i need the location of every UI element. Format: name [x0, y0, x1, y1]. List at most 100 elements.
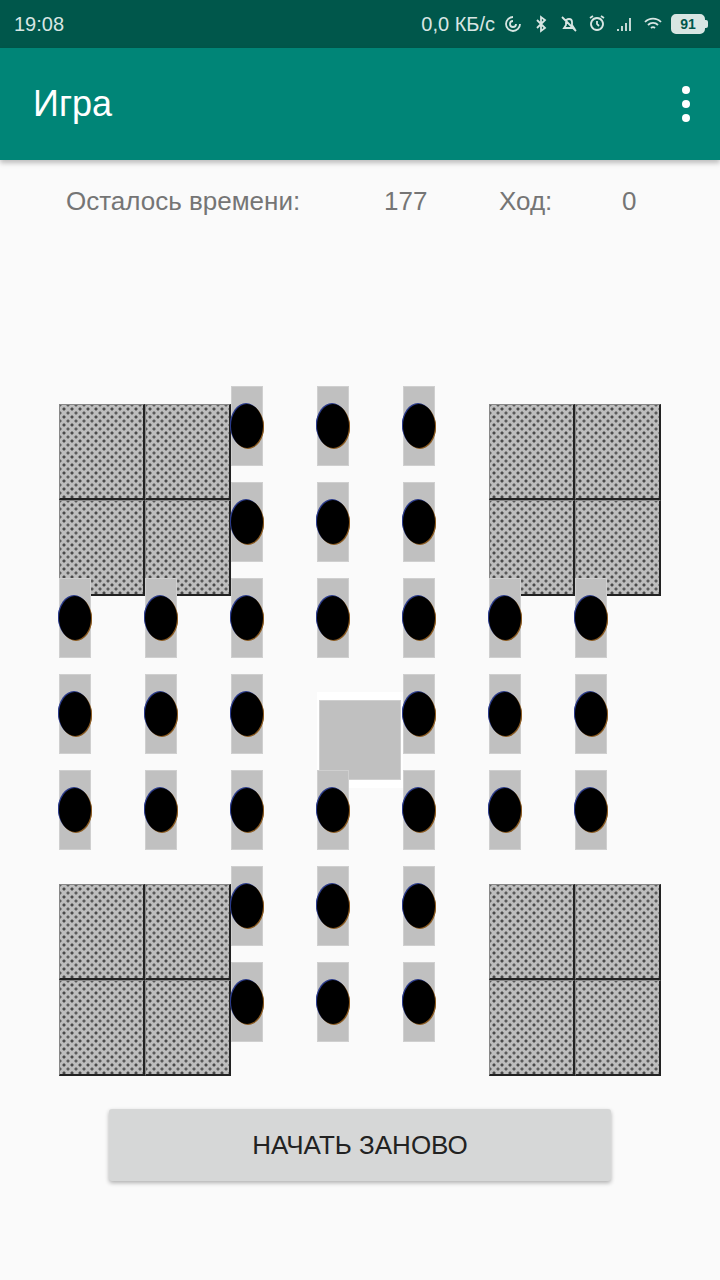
hole — [489, 770, 521, 850]
game-board — [59, 404, 661, 1076]
peg-icon[interactable] — [489, 692, 521, 736]
hole — [317, 866, 349, 946]
status-time: 19:08 — [14, 13, 64, 36]
hole — [403, 578, 435, 658]
network-speed: 0,0 КБ/с — [421, 13, 495, 36]
board-cell[interactable] — [317, 500, 349, 544]
board-cell[interactable] — [317, 884, 349, 928]
board-cell[interactable] — [231, 980, 263, 1024]
hole — [575, 674, 607, 754]
menu-dot — [682, 100, 690, 108]
peg-icon[interactable] — [145, 596, 177, 640]
menu-dot — [682, 114, 690, 122]
board-cell — [489, 980, 575, 1076]
board-cell[interactable] — [575, 596, 607, 640]
peg-icon[interactable] — [231, 980, 263, 1024]
board-cell[interactable] — [489, 788, 521, 832]
menu-dot — [682, 86, 690, 94]
board-cell[interactable] — [145, 788, 177, 832]
peg-icon[interactable] — [145, 788, 177, 832]
board-cell[interactable] — [403, 884, 435, 928]
peg-icon[interactable] — [317, 980, 349, 1024]
peg-icon[interactable] — [403, 500, 435, 544]
board-cell[interactable] — [403, 980, 435, 1024]
peg-icon[interactable] — [317, 404, 349, 448]
peg-icon[interactable] — [575, 788, 607, 832]
peg-icon[interactable] — [575, 692, 607, 736]
board-cell[interactable] — [59, 692, 91, 736]
board-cell[interactable] — [489, 596, 521, 640]
board-cell[interactable] — [231, 404, 263, 448]
board-cell — [489, 884, 575, 980]
hole — [59, 770, 91, 850]
peg-icon[interactable] — [231, 596, 263, 640]
board-cell[interactable] — [317, 788, 349, 832]
board-cell[interactable] — [403, 788, 435, 832]
board-cell[interactable] — [317, 980, 349, 1024]
peg-icon[interactable] — [489, 596, 521, 640]
peg-icon[interactable] — [231, 884, 263, 928]
peg-icon[interactable] — [403, 596, 435, 640]
peg-icon[interactable] — [231, 788, 263, 832]
board-cell[interactable] — [403, 404, 435, 448]
board-cell[interactable] — [317, 596, 349, 640]
hole — [489, 674, 521, 754]
peg-icon[interactable] — [403, 884, 435, 928]
battery-tip — [705, 20, 708, 28]
board-cell[interactable] — [231, 692, 263, 736]
hole — [489, 578, 521, 658]
peg-icon[interactable] — [317, 788, 349, 832]
board-cell[interactable] — [231, 884, 263, 928]
hole — [145, 578, 177, 658]
board-cell[interactable] — [403, 596, 435, 640]
hole — [231, 962, 263, 1042]
hole — [59, 578, 91, 658]
peg-icon[interactable] — [59, 692, 91, 736]
board-cell — [575, 980, 661, 1076]
peg-icon[interactable] — [59, 788, 91, 832]
board-cell[interactable] — [59, 596, 91, 640]
peg-icon[interactable] — [489, 788, 521, 832]
board-cell[interactable] — [59, 788, 91, 832]
overflow-menu-icon[interactable] — [676, 82, 696, 126]
peg-icon[interactable] — [231, 500, 263, 544]
board-cell — [59, 980, 145, 1076]
peg-icon[interactable] — [403, 788, 435, 832]
board-cell — [59, 884, 145, 980]
peg-icon[interactable] — [575, 596, 607, 640]
peg-icon[interactable] — [403, 692, 435, 736]
hole — [575, 770, 607, 850]
hole — [317, 578, 349, 658]
board-cell[interactable] — [231, 500, 263, 544]
board-cell[interactable] — [231, 596, 263, 640]
hole — [145, 674, 177, 754]
peg-icon[interactable] — [145, 692, 177, 736]
peg-icon[interactable] — [317, 884, 349, 928]
board-cell[interactable] — [317, 404, 349, 448]
app-title: Игра — [33, 83, 112, 125]
board-cell — [145, 404, 231, 500]
mute-icon — [559, 14, 579, 34]
hole — [403, 962, 435, 1042]
board-cell — [145, 884, 231, 980]
peg-icon[interactable] — [317, 596, 349, 640]
board-cell[interactable] — [231, 788, 263, 832]
board-cell[interactable] — [489, 692, 521, 736]
peg-icon[interactable] — [317, 500, 349, 544]
board-cell[interactable] — [403, 692, 435, 736]
board-cell[interactable] — [575, 692, 607, 736]
peg-icon[interactable] — [403, 404, 435, 448]
board-cell[interactable] — [145, 596, 177, 640]
hole — [403, 386, 435, 466]
peg-icon[interactable] — [231, 404, 263, 448]
app-bar: Игра — [0, 48, 720, 160]
peg-icon[interactable] — [231, 692, 263, 736]
board-cell[interactable] — [145, 692, 177, 736]
peg-icon[interactable] — [59, 596, 91, 640]
info-row: Осталось времени:177Ход:0 — [0, 160, 720, 222]
board-cell[interactable] — [575, 788, 607, 832]
status-bar: 19:080,0 КБ/с91 — [0, 0, 720, 48]
restart-button[interactable]: НАЧАТЬ ЗАНОВО — [109, 1109, 611, 1181]
board-cell[interactable] — [403, 500, 435, 544]
peg-icon[interactable] — [403, 980, 435, 1024]
